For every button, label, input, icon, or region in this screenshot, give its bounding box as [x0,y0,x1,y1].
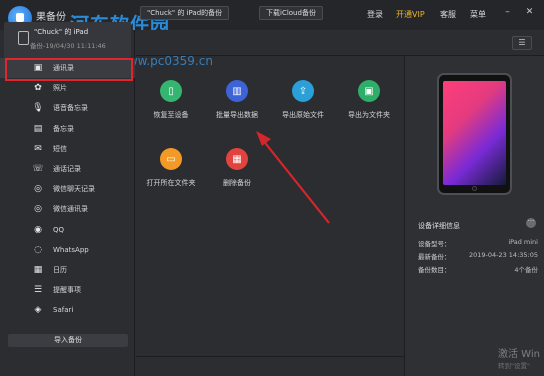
open-folder-icon: ▭ [160,148,182,170]
vip-button[interactable]: 开通VIP [396,9,425,20]
action-restore-device[interactable]: ▯ 恢复至设备 [136,80,206,120]
sidebar-nav: ▣ 通讯录 ✿ 照片 🎙 语音备忘录 ▤ 备忘录 ✉ 短信 ☏ 通话记录 ◎ 微信聊天记录 ◎ 微信通讯录 ◉ Q… [0,58,135,320]
highlight-box [5,58,133,81]
calendar-icon: ▦ [33,264,43,275]
sidebar-item[interactable]: ✉ 短信 [0,139,135,159]
microphone-icon: 🎙 [32,103,44,114]
sidebar-item[interactable]: ▦ 日历 [0,260,135,280]
whatsapp-icon: ◌ [34,244,42,255]
action-grid: ▯ 恢复至设备 ▥ 批量导出数据 ⇪ 导出原始文件 ▣ 导出为文件夹 ▭ 打开所在文件夹 ▦ 删除备份 [136,56,404,356]
service-button[interactable]: 客服 [440,9,456,20]
action-label: 恢复至设备 [153,111,189,119]
action-batch-export[interactable]: ▥ 批量导出数据 [202,80,272,120]
sidebar-item-label: 照片 [53,84,67,93]
sidebar-item-label: 日历 [53,265,67,274]
minimize-icon[interactable]: – [503,8,512,17]
photos-icon: ✿ [34,83,42,94]
action-open-folder[interactable]: ▭ 打开所在文件夹 [136,148,206,188]
wechat-contacts-icon: ◎ [34,204,42,215]
detail-label: 设备型号： [418,240,451,248]
more-icon[interactable]: ··· [526,218,536,228]
details-title: 设备详细信息 [418,222,460,230]
sidebar-item-label: 微信通讯录 [53,205,88,214]
restore-device-icon: ▯ [160,80,182,102]
sidebar-item-label: Safari [53,306,74,315]
device-backup-time: 备份-19/04/30 11:11:46 [30,42,106,50]
sidebar-item[interactable]: ◉ QQ [0,220,135,240]
detail-label: 最新备份： [418,253,451,261]
sidebar-item-label: 通话记录 [53,165,81,174]
sidebar-item-label: 短信 [53,144,67,153]
ipad-image [437,73,512,195]
sidebar-item-label: 提醒事项 [53,286,81,295]
detail-row: 设备型号： iPad mini [418,238,538,248]
ipad-screen [443,81,506,185]
device-name: "Chuck" 的 iPad [34,28,89,36]
action-label: 删除备份 [223,179,251,187]
tab-backup[interactable]: "Chuck" 的 iPad的备份 [140,6,230,20]
import-backup-button[interactable]: 导入备份 [8,334,128,347]
action-export-raw[interactable]: ⇪ 导出原始文件 [268,80,338,120]
action-export-folder[interactable]: ▣ 导出为文件夹 [334,80,404,120]
list-view-icon[interactable]: ☰ [512,36,532,50]
qq-icon: ◉ [34,224,42,235]
action-label: 导出为文件夹 [348,111,390,119]
sidebar-item[interactable]: ◈ Safari [0,300,135,320]
call-log-icon: ☏ [32,164,44,175]
sidebar-item-label: 微信聊天记录 [53,185,95,194]
wechat-chat-icon: ◎ [34,184,42,195]
notes-icon: ▤ [33,123,43,134]
menu-button[interactable]: 菜单 [470,9,486,20]
reminders-icon: ☰ [33,285,43,296]
export-folder-icon: ▣ [358,80,380,102]
sidebar-item[interactable]: ☏ 通话记录 [0,159,135,179]
batch-export-icon: ▥ [226,80,248,102]
activate-windows-text: 激活 Win [498,349,540,360]
sidebar-item[interactable]: ▤ 备忘录 [0,119,135,139]
app-name: 果备份 [36,12,66,23]
messages-icon: ✉ [34,143,42,154]
action-label: 打开所在文件夹 [146,179,196,187]
detail-value: iPad mini [508,238,538,246]
sidebar-item[interactable]: ◌ WhatsApp [0,240,135,260]
sidebar-item[interactable]: ☰ 提醒事项 [0,280,135,300]
sidebar-item-label: QQ [53,225,65,234]
login-button[interactable]: 登录 [367,9,383,20]
delete-backup-icon: ▦ [226,148,248,170]
action-label: 批量导出数据 [216,111,258,119]
export-raw-icon: ⇪ [292,80,314,102]
detail-row: 备份数目： 4个备份 [418,264,538,274]
ipad-device-icon [18,31,29,45]
sidebar-item[interactable]: ✿ 照片 [0,78,135,98]
sidebar-item[interactable]: ◎ 微信通讯录 [0,199,135,219]
tab-bar [136,30,544,56]
safari-icon: ◈ [34,305,42,316]
action-delete-backup[interactable]: ▦ 删除备份 [202,148,272,188]
bottom-bar [136,356,404,376]
sidebar-item[interactable]: ◎ 微信聊天记录 [0,179,135,199]
detail-row: 最新备份： 2019-04-23 14:35:05 [418,251,538,261]
tab-icloud-backup[interactable]: 下载iCloud备份 [259,6,323,20]
close-icon[interactable]: ✕ [525,8,534,17]
home-button-icon [472,186,477,191]
detail-label: 备份数目： [418,266,451,274]
activate-windows-subtext: 转到"设置" [498,362,530,370]
sidebar-item-label: 备忘录 [53,124,74,133]
sidebar-item-label: WhatsApp [53,245,89,254]
sidebar-item[interactable]: 🎙 语音备忘录 [0,98,135,118]
action-label: 导出原始文件 [282,111,324,119]
sidebar-item-label: 语音备忘录 [53,104,88,113]
detail-value: 4个备份 [514,266,538,274]
detail-value: 2019-04-23 14:35:05 [468,251,538,259]
